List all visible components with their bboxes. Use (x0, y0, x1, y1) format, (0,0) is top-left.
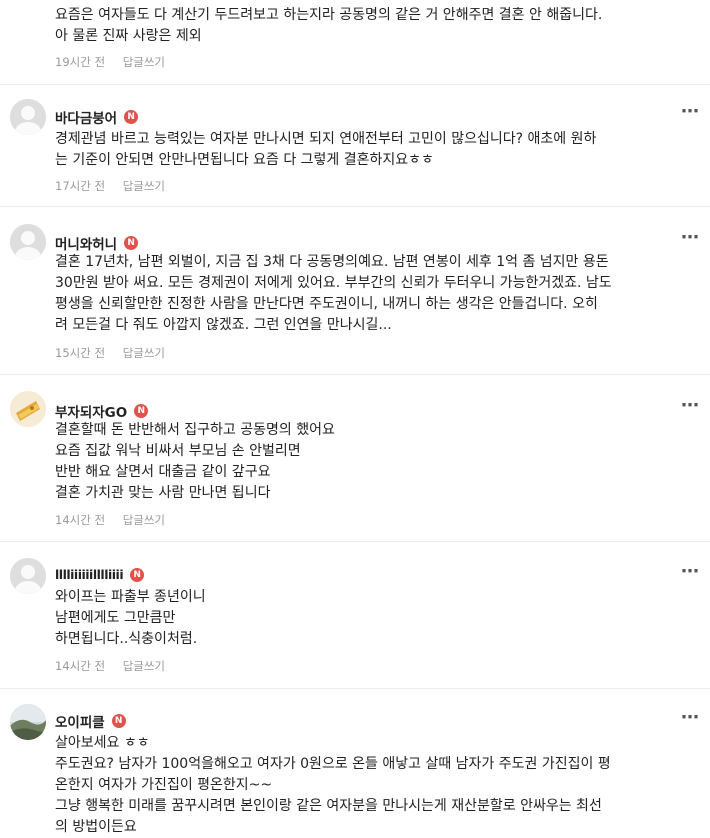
default-avatar-icon (10, 99, 46, 135)
new-badge-icon: N (124, 236, 139, 250)
comment-text: 결혼할때 돈 반반해서 집구하고 공동명의 했어요 요즘 집값 워낙 비싸서 부… (55, 420, 705, 504)
nickname-text: lllliiiiiilllliiii (55, 567, 124, 582)
comment-item: 요즘은 여자들도 다 계산기 두드려보고 하는지라 공동명의 같은 거 안해주면… (0, 0, 710, 80)
comment-line: 결혼 17년차, 남편 외벌이, 지금 집 3채 다 공동명의예요. 남편 연봉… (55, 254, 609, 270)
comment-feed: 요즘은 여자들도 다 계산기 두드려보고 하는지라 공동명의 같은 거 안해주면… (0, 0, 710, 835)
comment-text: 경제관념 바르고 능력있는 여자분 만나시면 되지 연애전부터 고민이 많으십니… (55, 129, 705, 171)
comment-item: 부자되자GO N ⋯ 결혼할때 돈 반반해서 집구하고 공동명의 했어요 요즘 … (0, 375, 710, 540)
reply-button[interactable]: 답글쓰기 (123, 659, 165, 673)
comment-time: 17시간 전 (55, 179, 106, 193)
nickname-text: 바다금붕어 (55, 111, 118, 127)
default-avatar-icon (10, 224, 46, 260)
avatar[interactable] (10, 391, 46, 427)
comment-line: 와이프는 파출부 종년이니 (55, 589, 206, 605)
nickname[interactable]: 부자되자GO N (55, 401, 149, 421)
comment-text: 와이프는 파출부 종년이니 남편에게도 그만큼만 하면됩니다..식충이처럼. (55, 587, 705, 650)
more-options-icon[interactable]: ⋯ (681, 709, 699, 727)
nickname[interactable]: 오이피클 N (55, 711, 126, 731)
avatar[interactable] (10, 704, 46, 740)
comment-meta: 14시간 전 답글쓰기 (55, 512, 165, 528)
comment-meta: 14시간 전 답글쓰기 (55, 658, 165, 674)
nickname-text: 부자되자GO (55, 405, 128, 421)
nickname[interactable]: 머니와허니 N (55, 233, 139, 253)
comment-line: 요즘은 여자들도 다 계산기 두드려보고 하는지라 공동명의 같은 거 안해주면… (55, 7, 603, 23)
comment-line: 살아보세요 ㅎㅎ (55, 735, 150, 751)
comment-item: 오이피클 N ⋯ 살아보세요 ㅎㅎ 주도권요? 남자가 100억을해오고 여자가… (0, 689, 710, 835)
nickname[interactable]: lllliiiiiilllliiii N (55, 567, 145, 582)
landscape-avatar-icon (10, 704, 46, 740)
comment-line: 경제관념 바르고 능력있는 여자분 만나시면 되지 연애전부터 고민이 많으십니… (55, 131, 597, 147)
comment-line: 온한지 여자가 가진집이 평온한지~~ (55, 777, 273, 793)
comment-line: 하면됩니다..식충이처럼. (55, 631, 198, 647)
avatar[interactable] (10, 99, 46, 135)
comment-line: 남편에게도 그만큼만 (55, 610, 176, 626)
comment-item: lllliiiiiilllliiii N ⋯ 와이프는 파출부 종년이니 남편에… (0, 542, 710, 685)
comment-meta: 17시간 전 답글쓰기 (55, 178, 165, 194)
comment-line: 의 방법이든요 (55, 819, 137, 835)
comment-line: 요즘 집값 워낙 비싸서 부모님 손 안벌리면 (55, 443, 301, 459)
comment-line: 평생을 신뢰할만한 진정한 사람을 만난다면 주도권이니, 내꺼니 하는 생각은… (55, 296, 598, 312)
comment-line: 려 모든걸 다 줘도 아깝지 않겠죠. 그런 인연을 만나시길... (55, 317, 392, 333)
comment-time: 14시간 전 (55, 513, 106, 527)
reply-button[interactable]: 답글쓰기 (123, 55, 165, 69)
comment-text: 요즘은 여자들도 다 계산기 두드려보고 하는지라 공동명의 같은 거 안해주면… (55, 5, 705, 47)
comment-meta: 19시간 전 답글쓰기 (55, 54, 165, 70)
avatar[interactable] (10, 224, 46, 260)
comment-line: 는 기준이 안되면 안만나면됩니다 요즘 다 그렇게 결혼하지요ㅎㅎ (55, 152, 434, 168)
more-options-icon[interactable]: ⋯ (681, 563, 699, 581)
comment-text: 살아보세요 ㅎㅎ 주도권요? 남자가 100억을해오고 여자가 0원으로 온들 … (55, 733, 705, 838)
new-badge-icon: N (111, 714, 126, 728)
new-badge-icon: N (130, 567, 145, 582)
nickname-text: 머니와허니 (55, 237, 118, 253)
reply-button[interactable]: 답글쓰기 (123, 346, 165, 360)
more-options-icon[interactable]: ⋯ (681, 229, 699, 247)
reply-button[interactable]: 답글쓰기 (123, 179, 165, 193)
reply-button[interactable]: 답글쓰기 (123, 513, 165, 527)
comment-time: 19시간 전 (55, 55, 106, 69)
comment-line: 반반 해요 살면서 대출금 같이 갚구요 (55, 464, 271, 480)
nickname-text: 오이피클 (55, 715, 105, 731)
comment-time: 14시간 전 (55, 659, 106, 673)
comment-line: 아 물론 진짜 사랑은 제외 (55, 28, 202, 44)
comment-line: 30만원 받아 써요. 모든 경제권이 저에게 있어요. 부부간의 신뢰가 두터… (55, 275, 612, 291)
nickname[interactable]: 바다금붕어 N (55, 107, 139, 127)
comment-item: 머니와허니 N ⋯ 결혼 17년차, 남편 외벌이, 지금 집 3채 다 공동명… (0, 207, 710, 372)
comment-meta: 15시간 전 답글쓰기 (55, 345, 165, 361)
comment-text: 결혼 17년차, 남편 외벌이, 지금 집 3채 다 공동명의예요. 남편 연봉… (55, 252, 705, 336)
default-avatar-icon (10, 558, 46, 594)
comment-line: 그냥 행복한 미래를 꿈꾸시려면 본인이랑 같은 여자분을 만나시는게 재산분할… (55, 798, 602, 814)
new-badge-icon: N (124, 110, 139, 124)
more-options-icon[interactable]: ⋯ (681, 397, 699, 415)
comment-line: 결혼할때 돈 반반해서 집구하고 공동명의 했어요 (55, 422, 335, 438)
comment-line: 주도권요? 남자가 100억을해오고 여자가 0원으로 온들 애낳고 살때 남자… (55, 756, 611, 772)
more-options-icon[interactable]: ⋯ (681, 103, 699, 121)
coin-avatar-icon (10, 391, 46, 427)
comment-time: 15시간 전 (55, 346, 106, 360)
comment-item: 바다금붕어 N ⋯ 경제관념 바르고 능력있는 여자분 만나시면 되지 연애전부… (0, 85, 710, 203)
comment-line: 결혼 가치관 맞는 사람 만나면 됩니다 (55, 485, 271, 501)
avatar[interactable] (10, 558, 46, 594)
new-badge-icon: N (134, 404, 149, 418)
